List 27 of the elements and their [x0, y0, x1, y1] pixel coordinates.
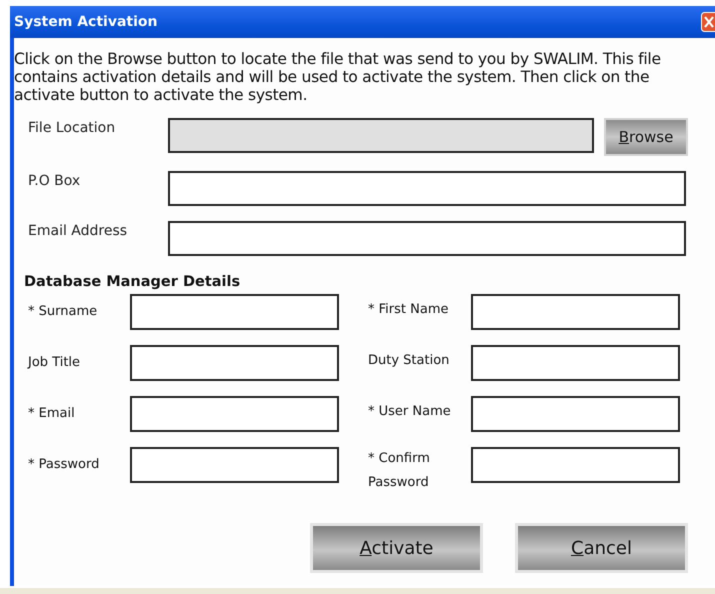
field-label: * User Name [368, 403, 452, 421]
close-icon[interactable] [701, 12, 715, 32]
field-label: * Surname [28, 303, 98, 321]
field-label: * Password [28, 456, 100, 474]
input-field[interactable] [130, 447, 339, 483]
instructions-text: Click on the Browse button to locate the file that was send to you by SWALIM. This file contains activation details and will be used to activate the system. Then click on the activate button to activate the system. [14, 50, 662, 104]
field-label: * First Name [368, 301, 450, 319]
field-label: Duty Station [368, 352, 450, 370]
field-label: Job Title [28, 354, 82, 372]
input-field[interactable] [130, 294, 339, 330]
input-field[interactable] [130, 396, 339, 432]
input-field[interactable] [130, 345, 339, 381]
input-field[interactable] [168, 171, 686, 206]
section-heading: Database Manager Details [24, 274, 242, 290]
field-label: File Location [28, 119, 116, 136]
action-button[interactable]: Activate [310, 523, 483, 573]
field-label: * Confirm Password [368, 450, 431, 492]
input-field[interactable] [471, 447, 680, 483]
field-label: * Email [28, 405, 76, 423]
window-title: System Activation [14, 14, 158, 30]
field-label: Email Address [28, 222, 128, 239]
input-field[interactable] [168, 221, 686, 256]
action-button[interactable]: Cancel [515, 523, 688, 573]
field-label: P.O Box [28, 172, 82, 189]
input-field[interactable] [471, 396, 680, 432]
input-field[interactable] [471, 345, 680, 381]
input-field[interactable] [471, 294, 680, 330]
